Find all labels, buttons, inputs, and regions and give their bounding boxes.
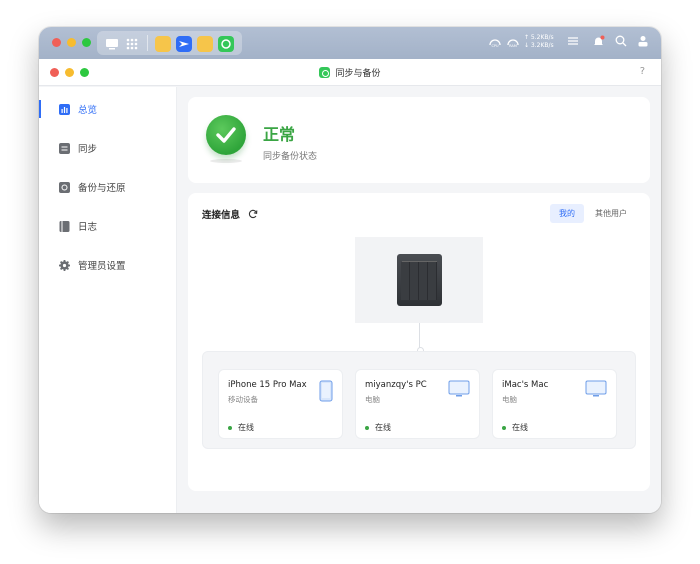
sync-icon — [59, 142, 70, 154]
device-type: 电脑 — [502, 395, 517, 404]
sidebar-item-label: 管理员设置 — [78, 261, 126, 272]
device-status: 在线 — [502, 422, 528, 433]
sidebar-item-label: 同步 — [78, 144, 98, 155]
sidebar-item-overview[interactable]: 总览 — [39, 97, 177, 121]
online-dot — [365, 425, 369, 430]
search-icon[interactable] — [615, 35, 627, 47]
taskbar-group — [97, 31, 242, 55]
sidebar-item-label: 总览 — [78, 105, 98, 116]
connection-header: 连接信息 — [202, 207, 258, 221]
notification-bell-icon[interactable] — [592, 35, 605, 48]
backup-restore-icon — [59, 181, 70, 193]
minimize-dot[interactable] — [67, 38, 76, 47]
desktop-frame: CPU RAM ↑ 5.2KB/s ↓ 3.2KB/s 同步与备份 ? 总览 同… — [39, 27, 661, 513]
task-list-icon[interactable] — [567, 35, 579, 47]
connection-line — [417, 323, 424, 354]
refresh-icon[interactable] — [248, 209, 258, 219]
sidebar-item-label: 备份与还原 — [78, 183, 126, 194]
apps-grid-icon[interactable] — [125, 37, 139, 51]
tab-mine[interactable]: 我的 — [550, 204, 584, 223]
help-button[interactable]: ? — [640, 66, 645, 77]
system-window-controls — [52, 38, 91, 47]
cpu-gauge-icon[interactable]: CPU — [488, 35, 502, 49]
ram-gauge-icon[interactable]: RAM — [506, 35, 520, 49]
device-name: iMac's Mac — [502, 380, 549, 390]
device-status-text: 在线 — [512, 423, 528, 432]
window-title: 同步与备份 — [39, 66, 661, 79]
network-speed: ↑ 5.2KB/s ↓ 3.2KB/s — [524, 34, 554, 50]
app-window: 同步与备份 ? 总览 同步 备份与还原 日志 管理员设置 正常 同步备份状态 连… — [39, 59, 661, 513]
monitor-icon — [585, 380, 607, 397]
phone-icon — [319, 380, 333, 402]
folder-app-icon[interactable] — [155, 36, 171, 52]
status-subtitle: 同步备份状态 — [263, 152, 318, 162]
device-name: iPhone 15 Pro Max — [228, 380, 307, 390]
log-icon — [59, 220, 70, 232]
status-title: 正常 — [263, 125, 296, 144]
status-ok-icon — [206, 115, 246, 155]
connection-card: 连接信息 我的 其他用户 iPhone 15 Pro Max 移动设备 在线 m… — [188, 193, 650, 491]
connection-title: 连接信息 — [202, 210, 241, 221]
device-status: 在线 — [365, 422, 391, 433]
status-icon-shadow — [210, 159, 242, 163]
close-dot[interactable] — [52, 38, 61, 47]
system-bar: CPU RAM ↑ 5.2KB/s ↓ 3.2KB/s — [39, 27, 661, 59]
sidebar-item-label: 日志 — [78, 222, 98, 233]
sidebar-item-backup-restore[interactable]: 备份与还原 — [39, 175, 177, 199]
desktop-icon[interactable] — [105, 37, 119, 51]
monitor-icon — [448, 380, 470, 397]
sidebar-item-sync[interactable]: 同步 — [39, 136, 177, 160]
sidebar-item-log[interactable]: 日志 — [39, 214, 177, 238]
device-name: miyanzqy's PC — [365, 380, 427, 390]
online-dot — [502, 425, 506, 430]
device-card[interactable]: miyanzqy's PC 电脑 在线 — [355, 369, 480, 439]
zoom-dot[interactable] — [82, 38, 91, 47]
net-download: ↓ 3.2KB/s — [524, 42, 554, 49]
window-titlebar: 同步与备份 ? — [39, 59, 661, 86]
device-status-text: 在线 — [238, 423, 254, 432]
net-upload: ↑ 5.2KB/s — [524, 34, 554, 41]
swift-app-icon[interactable] — [176, 36, 192, 52]
window-title-text: 同步与备份 — [335, 69, 381, 79]
sidebar: 总览 同步 备份与还原 日志 管理员设置 — [39, 87, 177, 513]
svg-text:CPU: CPU — [491, 44, 499, 48]
files-app-icon[interactable] — [197, 36, 213, 52]
status-card: 正常 同步备份状态 — [188, 97, 650, 183]
connected-devices: iPhone 15 Pro Max 移动设备 在线 miyanzqy's PC — [202, 351, 636, 449]
device-card[interactable]: iPhone 15 Pro Max 移动设备 在线 — [218, 369, 343, 439]
nas-device-image — [355, 237, 483, 323]
gear-icon — [59, 259, 70, 271]
tab-other-users[interactable]: 其他用户 — [586, 204, 636, 223]
nas-icon — [397, 254, 442, 306]
device-card[interactable]: iMac's Mac 电脑 在线 — [492, 369, 617, 439]
device-type: 电脑 — [365, 395, 380, 404]
svg-text:RAM: RAM — [509, 44, 517, 48]
user-scope-tabs: 我的 其他用户 — [550, 204, 636, 223]
sidebar-item-admin-settings[interactable]: 管理员设置 — [39, 253, 177, 277]
device-status: 在线 — [228, 422, 254, 433]
online-dot — [228, 425, 232, 430]
sync-backup-app-icon — [319, 67, 331, 78]
user-icon[interactable] — [637, 35, 649, 47]
device-type: 移动设备 — [228, 395, 258, 404]
sync-app-icon[interactable] — [218, 36, 234, 52]
device-status-text: 在线 — [375, 423, 391, 432]
overview-icon — [59, 103, 70, 115]
